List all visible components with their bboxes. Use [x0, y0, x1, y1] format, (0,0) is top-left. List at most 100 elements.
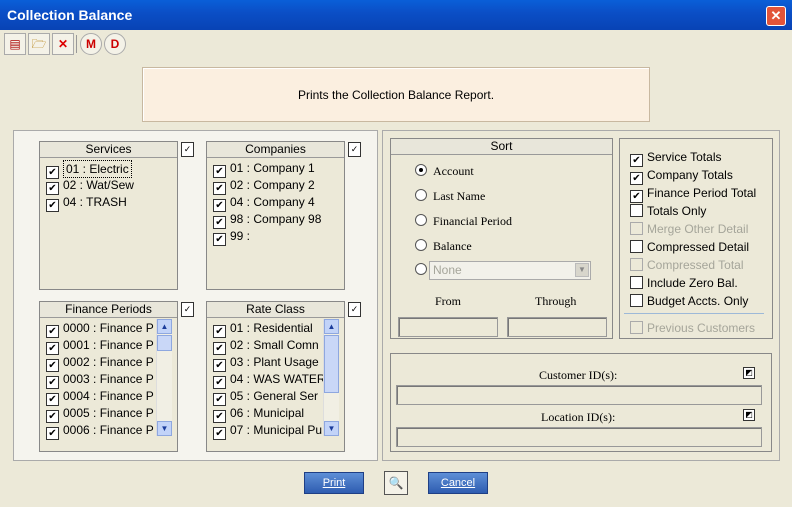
checkbox[interactable]	[630, 294, 643, 307]
checkbox[interactable]: ✔	[630, 154, 643, 167]
rate-class-group: Rate Class ✔ 01 : Residential ✔ 02 : Small…	[206, 301, 345, 452]
list-item[interactable]: ✔ 06 : Municipal	[213, 405, 304, 423]
radio-button[interactable]	[415, 263, 427, 275]
option-include-zero-bal[interactable]: Include Zero Bal.	[630, 275, 738, 291]
delete-icon[interactable]: ✕	[52, 33, 74, 55]
from-label: From	[435, 294, 462, 308]
option-merge-other-detail: Merge Other Detail	[630, 221, 748, 237]
print-button[interactable]: Print	[304, 472, 364, 494]
list-item[interactable]: ✔ 04 : WAS WATER	[213, 371, 326, 389]
title-bar: Collection Balance ✕	[0, 0, 792, 30]
list-item[interactable]: ✔ 0004 : Finance P	[46, 388, 154, 406]
customer-ids-input[interactable]	[396, 385, 762, 405]
m-icon[interactable]: M	[80, 33, 102, 55]
location-ids-label: Location ID(s):	[541, 410, 616, 424]
sort-option-financial-period[interactable]: Financial Period	[415, 213, 512, 229]
checkbox[interactable]	[630, 240, 643, 253]
checkbox[interactable]: ✔	[213, 233, 226, 246]
option-finance-period-total[interactable]: ✔ Finance Period Total	[630, 185, 756, 203]
checkbox[interactable]: ✔	[213, 427, 226, 440]
list-item[interactable]: ✔ 05 : General Ser	[213, 388, 318, 406]
list-item[interactable]: ✔ 02 : Small Comn	[213, 337, 319, 355]
select-all-clipboard-icon[interactable]: ✓	[348, 142, 361, 157]
checkbox[interactable]	[630, 276, 643, 289]
list-item[interactable]: ✔ 04 : Company 4	[213, 194, 315, 212]
option-compressed-detail[interactable]: Compressed Detail	[630, 239, 749, 255]
cancel-button[interactable]: Cancel	[428, 472, 488, 494]
sort-group: Sort Account Last Name Financial Period …	[390, 138, 613, 339]
list-item[interactable]: ✔ 04 : TRASH	[46, 194, 127, 212]
list-item[interactable]: ✔ 0002 : Finance P	[46, 354, 154, 372]
chevron-down-icon[interactable]: ▼	[575, 263, 589, 277]
list-item[interactable]: ✔ 0006 : Finance P	[46, 422, 154, 440]
scroll-thumb[interactable]	[324, 335, 339, 393]
radio-button[interactable]	[415, 214, 427, 226]
list-item[interactable]: ✔ 99 :	[213, 228, 250, 246]
checkbox	[630, 258, 643, 271]
location-lookup-icon[interactable]: ◩	[743, 409, 755, 421]
checkbox	[630, 222, 643, 235]
list-item[interactable]: ✔ 01 : Electric	[46, 160, 132, 179]
toolbar-separator	[76, 35, 77, 53]
customer-lookup-icon[interactable]: ◩	[743, 367, 755, 379]
rate-class-scrollbar[interactable]: ▲ ▼	[323, 319, 339, 436]
from-input[interactable]	[398, 317, 498, 337]
checkbox[interactable]: ✔	[46, 199, 59, 212]
checkbox[interactable]: ✔	[630, 190, 643, 203]
location-ids-input[interactable]	[396, 427, 762, 447]
option-compressed-total: Compressed Total	[630, 257, 744, 273]
through-label: Through	[535, 294, 577, 308]
select-all-clipboard-icon[interactable]: ✓	[181, 302, 194, 317]
close-button[interactable]: ✕	[766, 6, 786, 26]
d-icon[interactable]: D	[104, 33, 126, 55]
services-header: Services	[40, 142, 177, 158]
description-box: Prints the Collection Balance Report.	[142, 67, 650, 122]
list-item[interactable]: ✔ 07 : Municipal Pu	[213, 422, 322, 440]
sort-field-dropdown[interactable]: None ▼	[429, 261, 591, 280]
sort-option-last-name[interactable]: Last Name	[415, 188, 485, 204]
finance-periods-scrollbar[interactable]: ▲ ▼	[156, 319, 172, 436]
checkbox	[630, 321, 643, 334]
list-item[interactable]: ✔ 98 : Company 98	[213, 211, 321, 229]
companies-group: Companies ✔ 01 : Company 1 ✔ 02 : Company …	[206, 141, 345, 290]
list-item[interactable]: ✔ 02 : Company 2	[213, 177, 315, 195]
select-all-clipboard-icon[interactable]: ✓	[348, 302, 361, 317]
checkbox[interactable]: ✔	[46, 427, 59, 440]
radio-button[interactable]	[415, 164, 427, 176]
customer-ids-label: Customer ID(s):	[539, 368, 618, 382]
list-item[interactable]: ✔ 0001 : Finance P	[46, 337, 154, 355]
list-item[interactable]: ✔ 0003 : Finance P	[46, 371, 154, 389]
companies-header: Companies	[207, 142, 344, 158]
finance-periods-header: Finance Periods	[40, 302, 177, 318]
ids-group: Customer ID(s): ◩ Location ID(s): ◩	[390, 353, 772, 452]
sort-option-balance[interactable]: Balance	[415, 238, 472, 254]
print-preview-icon[interactable]: 🔍	[384, 471, 408, 495]
option-company-totals[interactable]: ✔ Company Totals	[630, 167, 733, 185]
radio-button[interactable]	[415, 239, 427, 251]
scroll-down-icon[interactable]: ▼	[324, 421, 339, 436]
checkbox[interactable]: ✔	[630, 172, 643, 185]
list-item[interactable]: ✔ 0005 : Finance P	[46, 405, 154, 423]
scroll-up-icon[interactable]: ▲	[324, 319, 339, 334]
open-folder-icon[interactable]: 🗁	[28, 33, 50, 55]
option-previous-customers: Previous Customers	[630, 320, 755, 336]
checkbox[interactable]	[630, 204, 643, 217]
scroll-thumb[interactable]	[157, 335, 172, 351]
option-budget-accts-only[interactable]: Budget Accts. Only	[630, 293, 748, 309]
sort-option-account[interactable]: Account	[415, 163, 474, 179]
option-totals-only[interactable]: Totals Only	[630, 203, 706, 219]
through-input[interactable]	[507, 317, 607, 337]
list-item[interactable]: ✔ 01 : Residential	[213, 320, 313, 338]
scroll-up-icon[interactable]: ▲	[157, 319, 172, 334]
window-title: Collection Balance	[7, 7, 133, 23]
list-item[interactable]: ✔ 01 : Company 1	[213, 160, 315, 178]
list-item[interactable]: ✔ 0000 : Finance P	[46, 320, 154, 338]
options-panel: Sort Account Last Name Financial Period …	[382, 130, 780, 461]
scroll-down-icon[interactable]: ▼	[157, 421, 172, 436]
report-icon[interactable]: ▤	[4, 33, 26, 55]
radio-button[interactable]	[415, 189, 427, 201]
select-all-clipboard-icon[interactable]: ✓	[181, 142, 194, 157]
list-item[interactable]: ✔ 03 : Plant Usage	[213, 354, 319, 372]
list-item[interactable]: ✔ 02 : Wat/Sew	[46, 177, 134, 195]
option-service-totals[interactable]: ✔ Service Totals	[630, 149, 721, 167]
